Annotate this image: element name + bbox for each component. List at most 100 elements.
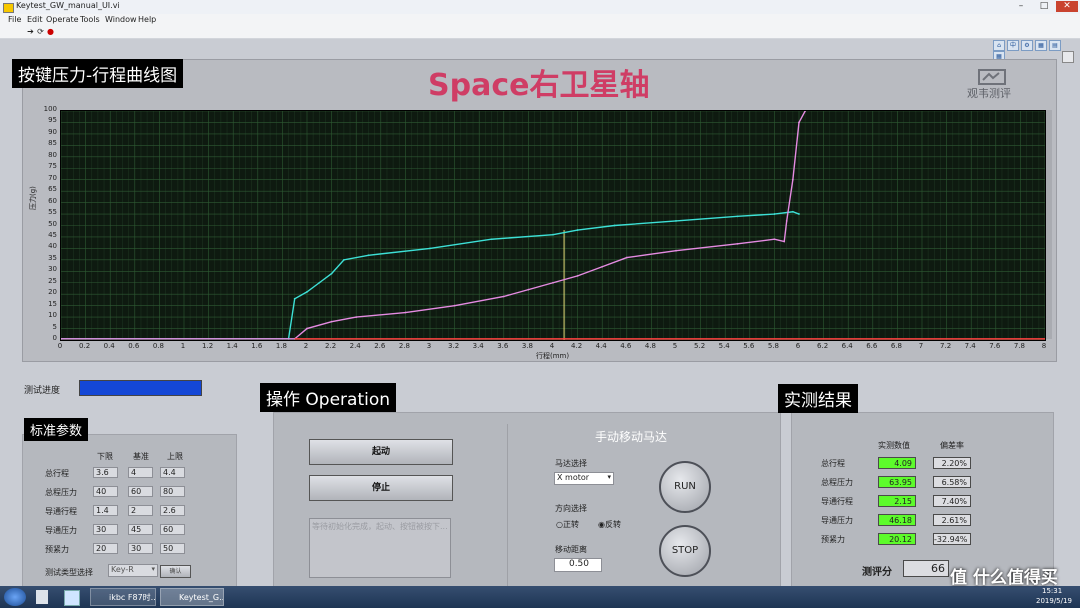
home-icon[interactable]: ⌂ (993, 40, 1005, 51)
std-row-label: 导通压力 (45, 526, 77, 535)
std-value-field[interactable]: 4.4 (160, 467, 185, 478)
chart-section-label: 按键压力-行程曲线图 (12, 59, 184, 88)
x-tick-label: 1.4 (226, 342, 238, 350)
series-point-1 (404, 311, 407, 314)
plot-area[interactable] (60, 110, 1046, 341)
std-value-field[interactable]: 80 (160, 486, 185, 497)
series-point-0 (798, 213, 800, 215)
series-point-1 (625, 256, 628, 259)
std-value-field[interactable]: 60 (128, 486, 153, 497)
menu-tools[interactable]: Tools (80, 15, 100, 24)
start-button[interactable]: 起动 (309, 439, 453, 465)
close-button[interactable]: ✕ (1056, 1, 1078, 12)
series-point-0 (613, 224, 616, 227)
corner-icon[interactable] (1062, 51, 1074, 63)
y-tick-label: 90 (48, 127, 57, 136)
run-button[interactable]: RUN (659, 461, 711, 513)
minimize-button[interactable]: – (1010, 1, 1032, 12)
std-value-field[interactable]: 2.6 (160, 505, 185, 516)
std-value-field[interactable]: 2 (128, 505, 153, 516)
series-point-1 (453, 304, 456, 307)
std-value-field[interactable]: 20 (93, 543, 118, 554)
motor-select[interactable]: X motor ▾ (554, 472, 614, 485)
std-value-field[interactable]: 50 (160, 543, 185, 554)
start-icon[interactable] (4, 588, 26, 606)
series-point-1 (798, 121, 800, 124)
result-row-label: 总程压力 (821, 478, 853, 487)
test-type-select[interactable]: Key-R ▾ (108, 564, 158, 577)
doc-icon[interactable]: ▤ (1049, 40, 1061, 51)
lang-icon[interactable]: 中 (1007, 40, 1019, 51)
series-point-0 (330, 272, 333, 275)
std-value-field[interactable]: 40 (93, 486, 118, 497)
calculator-icon[interactable] (36, 590, 48, 604)
std-value-field[interactable]: 60 (160, 524, 185, 535)
std-row-label: 预紧力 (45, 545, 69, 554)
menu-window[interactable]: Window (105, 15, 137, 24)
task-folder[interactable]: ikbc F87时... (90, 588, 156, 606)
radio-forward[interactable]: ○正转 (556, 519, 579, 530)
confirm-button[interactable]: 确认 (160, 565, 191, 578)
x-tick-label: 0 (57, 342, 63, 350)
result-row-label: 导通压力 (821, 516, 853, 525)
series-point-0 (490, 238, 493, 241)
score-value: 66 (903, 560, 949, 577)
menu-edit[interactable]: Edit (27, 15, 43, 24)
x-tick-label: 6.6 (866, 342, 878, 350)
menu-help[interactable]: Help (138, 15, 156, 24)
std-value-field[interactable]: 30 (93, 524, 118, 535)
standard-params-label: 标准参数 (24, 418, 89, 441)
x-tick-label: 2.6 (374, 342, 386, 350)
motor-select-label: 马达选择 (555, 459, 587, 468)
results-header-deviation: 偏差率 (940, 441, 964, 450)
x-tick-label: 8 (1041, 342, 1047, 350)
x-tick-label: 5.8 (767, 342, 779, 350)
std-value-field[interactable]: 1.4 (93, 505, 118, 516)
x-tick-label: 3.2 (448, 342, 460, 350)
std-row-label: 总程压力 (45, 488, 77, 497)
test-type-label: 测试类型选择 (45, 568, 93, 577)
std-value-field[interactable]: 4 (128, 467, 153, 478)
x-tick-label: 7.6 (989, 342, 1001, 350)
std-value-field[interactable]: 30 (128, 543, 153, 554)
clock-date: 2019/5/19 (1036, 597, 1072, 605)
result-row-label: 导通行程 (821, 497, 853, 506)
result-value: 46.18 (878, 514, 916, 526)
distance-label: 移动距离 (555, 545, 587, 554)
distance-input[interactable]: 0.50 (554, 558, 602, 572)
series-point-1 (675, 249, 677, 252)
motor-select-value: X motor (557, 473, 590, 482)
result-value: 20.12 (878, 533, 916, 545)
y-tick-label: 0 (52, 334, 57, 342)
test-type-value: Key-R (111, 565, 134, 574)
std-value-field[interactable]: 45 (128, 524, 153, 535)
x-tick-label: 1.8 (275, 342, 287, 350)
motor-stop-button[interactable]: STOP (659, 525, 711, 577)
result-row-label: 总行程 (821, 459, 845, 468)
y-tick-label: 70 (48, 173, 57, 182)
grid-icon[interactable]: ▦ (1035, 40, 1047, 51)
tablet-icon[interactable] (64, 590, 80, 606)
y-tick-label: 50 (48, 219, 57, 228)
x-tick-label: 5.2 (694, 342, 706, 350)
menu-file[interactable]: File (8, 15, 21, 24)
results-label: 实测结果 (778, 384, 858, 413)
plot-scrollbar[interactable] (1046, 110, 1052, 339)
task-labview[interactable]: Keytest_G... (160, 588, 224, 606)
y-tick-label: 5 (52, 322, 57, 331)
std-value-field[interactable]: 3.6 (93, 467, 118, 478)
series-point-0 (343, 258, 345, 261)
maximize-button[interactable]: □ (1033, 1, 1055, 12)
right-tools: ⌂ 中 ⚙ ▦ ▤▦ (993, 40, 1073, 62)
progress-fill (80, 381, 201, 395)
x-tick-label: 5 (672, 342, 678, 350)
run-arrow-icon[interactable]: ➔ (26, 27, 35, 36)
stop-icon[interactable]: ● (46, 27, 55, 36)
menu-operate[interactable]: Operate (46, 15, 79, 24)
gear-icon[interactable]: ⚙ (1021, 40, 1033, 51)
radio-reverse[interactable]: ◉反转 (598, 519, 621, 530)
run-continuous-icon[interactable]: ⟳ (36, 27, 45, 36)
series-point-1 (785, 220, 788, 222)
stop-operation-button[interactable]: 停止 (309, 475, 453, 501)
series-point-0 (736, 215, 739, 218)
